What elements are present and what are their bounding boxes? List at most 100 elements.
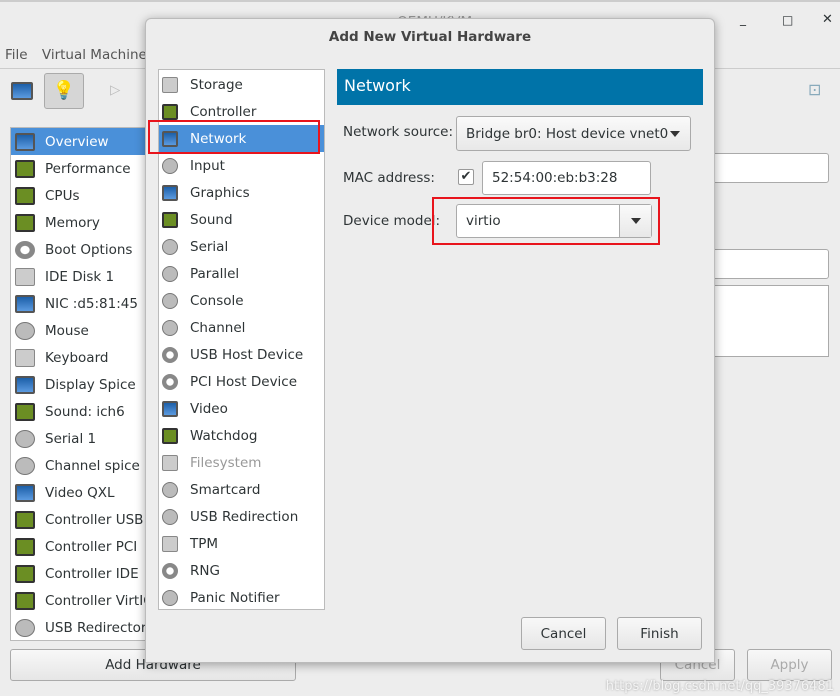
pci-device-icon [162,373,178,390]
hardware-type-label: Filesystem [190,454,262,471]
device-model-dropdown-button[interactable] [619,205,651,237]
hardware-list-item[interactable]: Channel spice [11,452,145,479]
hardware-list: Overview Performance CPUs Memory Boot Option… [10,127,146,641]
console-view-icon[interactable] [11,82,33,100]
hardware-type-label: Console [190,292,244,309]
tpm-icon [162,535,178,552]
cpu-icon [15,186,35,205]
hardware-type-label: Watchdog [190,427,258,444]
hardware-list-item[interactable]: Controller VirtIO [11,587,145,614]
hardware-list-item[interactable]: Mouse [11,317,145,344]
hardware-type-smartcard[interactable]: Smartcard [159,476,324,503]
hardware-list-item-label: Sound: ich6 [45,403,125,420]
hardware-list-item[interactable]: IDE Disk 1 [11,263,145,290]
device-model-combo[interactable]: virtio [456,204,652,238]
network-source-select[interactable]: Bridge br0: Host device vnet0 [456,116,691,151]
hardware-type-label: USB Host Device [190,346,304,363]
hardware-type-tpm[interactable]: TPM [159,530,324,557]
fullscreen-icon[interactable]: ⊡ [808,80,821,99]
hardware-list-item-label: Overview [45,133,109,150]
hardware-list-item[interactable]: Controller IDE [11,560,145,587]
hardware-list-item[interactable]: CPUs [11,182,145,209]
hardware-type-usb-redirection[interactable]: USB Redirection [159,503,324,530]
details-view-button[interactable]: 💡 [44,73,84,109]
hardware-list-item-label: Channel spice [45,457,140,474]
hardware-type-watchdog[interactable]: Watchdog [159,422,324,449]
video-icon [162,400,178,417]
maximize-button[interactable]: □ [782,13,793,27]
menu-virtual-machine[interactable]: Virtual Machine [42,47,147,63]
hardware-type-graphics[interactable]: Graphics [159,179,324,206]
usb-redirection-icon [162,508,178,525]
controller-icon [15,510,35,529]
channel-icon [15,456,35,475]
display-icon [15,375,35,394]
hardware-list-item[interactable]: Video QXL [11,479,145,506]
hardware-list-item[interactable]: Overview [11,128,145,155]
chevron-down-icon [670,130,680,137]
cancel-label: Cancel [540,625,587,642]
run-icon[interactable]: ▷ [110,82,120,98]
hardware-type-label: Graphics [190,184,250,201]
mac-address-input[interactable]: 52:54:00:eb:b3:28 [482,161,651,195]
hardware-type-sound[interactable]: Sound [159,206,324,233]
mac-address-label: MAC address: [343,170,435,186]
menu-file[interactable]: File [5,47,28,63]
hardware-type-label: PCI Host Device [190,373,298,390]
hardware-list-item-label: CPUs [45,187,80,204]
parallel-icon [162,265,178,282]
hardware-type-label: Smartcard [190,481,261,498]
disk-icon [15,267,35,286]
finish-button[interactable]: Finish [617,617,702,650]
hardware-type-rng[interactable]: RNG [159,557,324,584]
hardware-type-usb-host-device[interactable]: USB Host Device [159,341,324,368]
hardware-list-item-label: Controller USB [45,511,144,528]
hardware-type-video[interactable]: Video [159,395,324,422]
channel-icon [162,319,178,336]
hardware-type-pci-host-device[interactable]: PCI Host Device [159,368,324,395]
hardware-list-item[interactable]: Memory [11,209,145,236]
chevron-down-icon [630,218,641,224]
hardware-list-item[interactable]: Sound: ich6 [11,398,145,425]
gear-icon [15,240,35,259]
hardware-list-item-label: Controller VirtIO [45,592,146,609]
hardware-list-item[interactable]: Serial 1 [11,425,145,452]
add-hardware-dialog: Add New Virtual Hardware Storage Controll… [145,18,715,663]
hardware-list-item-label: USB Redirector [45,619,146,636]
sound-icon [15,402,35,421]
apply-button[interactable]: Apply [747,649,832,681]
minimize-button[interactable]: _ [740,12,746,26]
hardware-list-item[interactable]: USB Redirector [11,614,146,640]
hardware-list-item[interactable]: Display Spice [11,371,145,398]
hardware-type-console[interactable]: Console [159,287,324,314]
keyboard-icon [15,348,35,367]
hardware-type-channel[interactable]: Channel [159,314,324,341]
network-icon [15,294,35,313]
mac-address-checkbox[interactable]: ✔ [458,169,474,185]
hardware-type-panic-notifier[interactable]: Panic Notifier [159,584,324,611]
hardware-list-item[interactable]: Boot Options [11,236,145,263]
hardware-type-label: Input [190,157,225,174]
field-bg-2 [700,249,829,279]
hardware-list-item[interactable]: Performance [11,155,145,182]
apply-label: Apply [770,657,809,673]
controller-icon [15,537,35,556]
hardware-type-input[interactable]: Input [159,152,324,179]
hardware-type-filesystem[interactable]: Filesystem [159,449,324,476]
hardware-type-serial[interactable]: Serial [159,233,324,260]
hardware-type-label: Parallel [190,265,240,282]
close-button[interactable]: ✕ [822,12,833,27]
network-highlight-box [148,120,320,154]
memory-icon [15,213,35,232]
menu-bar: File Virtual Machine [5,47,157,63]
hardware-type-label: Panic Notifier [190,589,280,606]
cancel-button[interactable]: Cancel [521,617,606,650]
hardware-list-item[interactable]: Controller USB [11,506,145,533]
hardware-list-item[interactable]: Controller PCI [11,533,145,560]
hardware-type-parallel[interactable]: Parallel [159,260,324,287]
hardware-type-storage[interactable]: Storage [159,71,324,98]
hardware-list-item[interactable]: Keyboard [11,344,145,371]
hardware-list-item-label: NIC :d5:81:45 [45,295,138,312]
hardware-list-item[interactable]: NIC :d5:81:45 [11,290,145,317]
top-border [0,0,840,2]
